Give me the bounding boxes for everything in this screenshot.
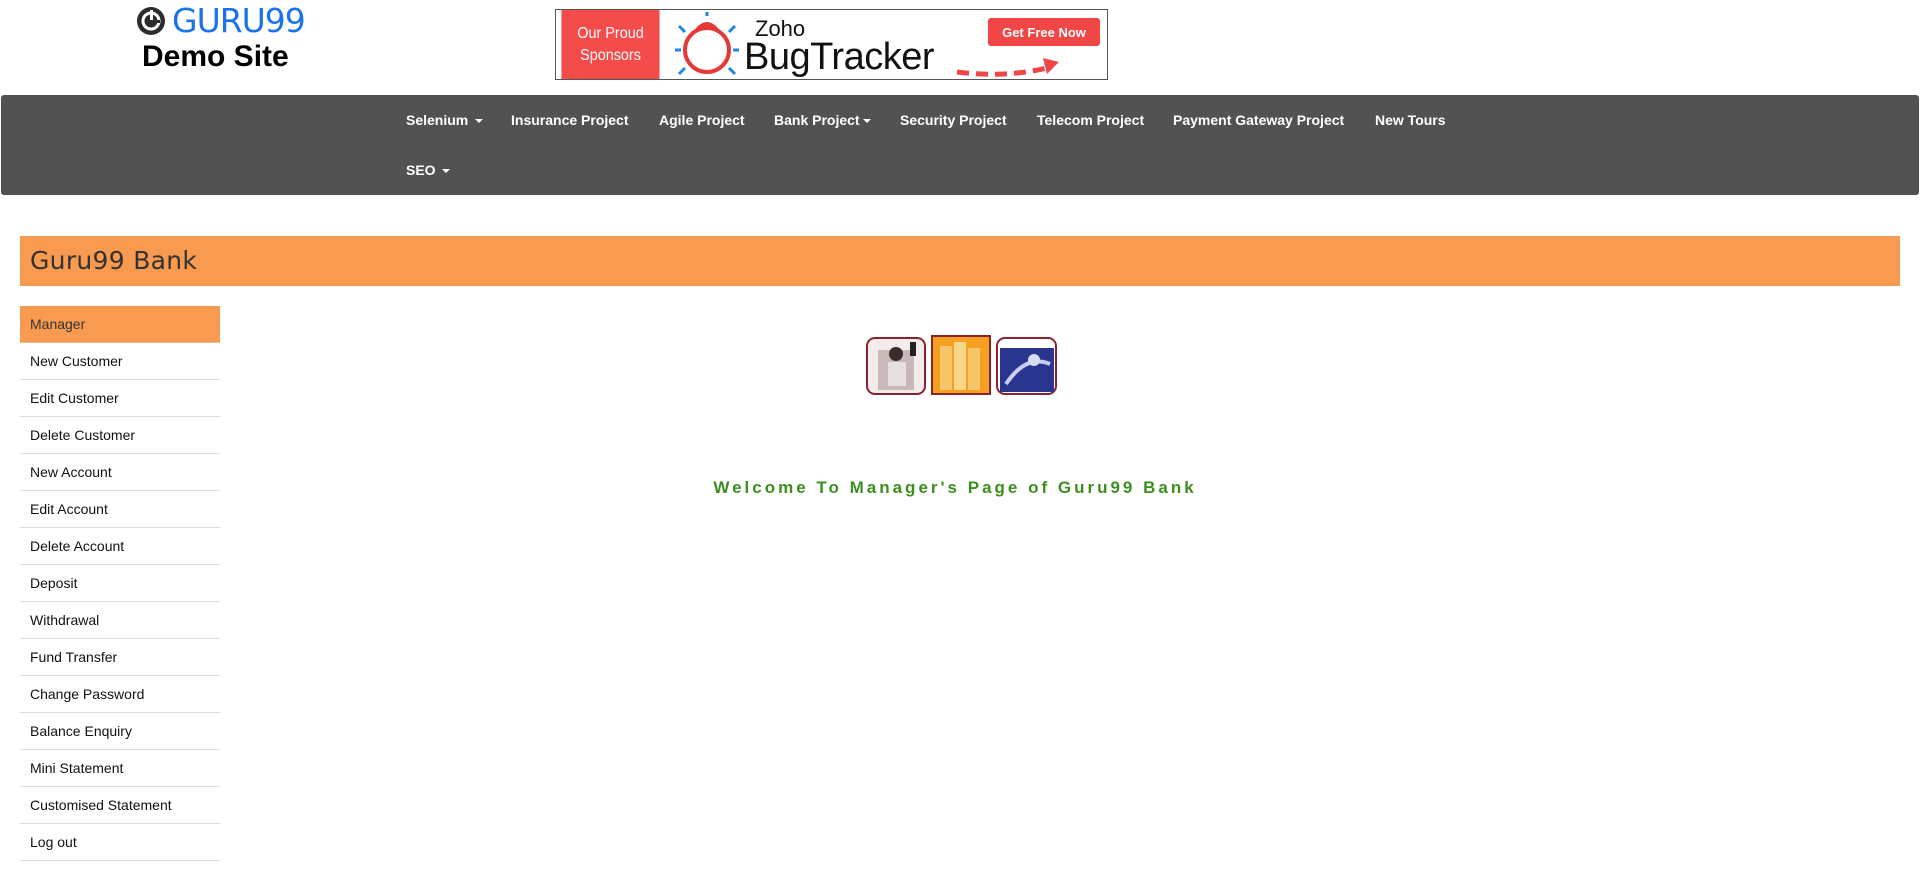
arrow-icon	[956, 58, 1059, 77]
sidebar-item-manager[interactable]: Manager	[20, 306, 220, 343]
bank-title-bar: Guru99 Bank	[20, 236, 1900, 286]
sidebar-item-edit-account[interactable]: Edit Account	[20, 491, 220, 528]
nav-item-label: Telecom Project	[1037, 112, 1145, 128]
sidebar-item-new-customer[interactable]: New Customer	[20, 343, 220, 380]
nav-item-payment-gateway-project[interactable]: Payment Gateway Project	[1173, 112, 1344, 128]
sponsor-label-line1: Our Proud	[577, 24, 644, 42]
nav-item-label: Bank Project	[774, 112, 860, 128]
nav-item-agile-project[interactable]: Agile Project	[659, 112, 745, 128]
nav-item-label: New Tours	[1375, 112, 1446, 128]
sidebar-item-edit-customer[interactable]: Edit Customer	[20, 380, 220, 417]
caret-down-icon	[475, 119, 484, 124]
sidebar-item-deposit[interactable]: Deposit	[20, 565, 220, 602]
sponsor-label: Our Proud Sponsors	[561, 10, 660, 79]
sidebar-item-log-out[interactable]: Log out	[20, 824, 220, 861]
nav-item-telecom-project[interactable]: Telecom Project	[1037, 112, 1144, 128]
bank-banner-image	[866, 335, 1057, 395]
nav-item-label: Security Project	[900, 112, 1007, 128]
nav-item-insurance-project[interactable]: Insurance Project	[511, 112, 629, 128]
brand-row: GURU99	[136, 4, 306, 38]
brand-subtitle: Demo Site	[142, 40, 289, 73]
nav-item-label: Agile Project	[659, 112, 745, 128]
nav-item-label: Payment Gateway Project	[1173, 112, 1345, 128]
nav-item-label: Insurance Project	[511, 112, 629, 128]
sidebar-item-balance-enquiry[interactable]: Balance Enquiry	[20, 713, 220, 750]
sidebar-item-fund-transfer[interactable]: Fund Transfer	[20, 639, 220, 676]
guru99-logo-icon	[137, 7, 165, 35]
caret-down-icon	[862, 119, 871, 124]
sponsor-banner[interactable]: Our Proud Sponsors Zoho BugTracker Get F…	[555, 9, 1108, 80]
top-navbar: Selenium Insurance Project Agile Project…	[1, 95, 1919, 195]
sponsor-ad: Zoho BugTracker Get Free Now	[665, 10, 1107, 79]
nav-item-new-tours[interactable]: New Tours	[1375, 112, 1446, 128]
sidebar-item-change-password[interactable]: Change Password	[20, 676, 220, 713]
nav-item-label: Selenium	[406, 112, 469, 128]
nav-item-selenium[interactable]: Selenium	[406, 112, 484, 128]
sidebar-menu: Manager New Customer Edit Customer Delet…	[20, 306, 220, 861]
nav-item-security-project[interactable]: Security Project	[900, 112, 1007, 128]
nav-item-seo[interactable]: SEO	[406, 162, 451, 178]
nav-item-label: SEO	[406, 162, 436, 178]
sidebar-item-customised-statement[interactable]: Customised Statement	[20, 787, 220, 824]
nav-item-bank-project[interactable]: Bank Project	[774, 112, 871, 128]
get-free-now-button[interactable]: Get Free Now	[988, 18, 1100, 46]
sidebar-item-new-account[interactable]: New Account	[20, 454, 220, 491]
caret-down-icon	[442, 169, 451, 174]
welcome-message: Welcome To Manager's Page of Guru99 Bank	[713, 478, 1197, 497]
sidebar-item-delete-account[interactable]: Delete Account	[20, 528, 220, 565]
sidebar-item-mini-statement[interactable]: Mini Statement	[20, 750, 220, 787]
brand-logo[interactable]: GURU99 Demo Site	[136, 4, 306, 74]
sidebar-item-delete-customer[interactable]: Delete Customer	[20, 417, 220, 454]
brand-name: GURU99	[172, 1, 306, 40]
sponsor-label-line2: Sponsors	[580, 46, 641, 64]
sidebar-item-withdrawal[interactable]: Withdrawal	[20, 602, 220, 639]
sponsor-product: BugTracker	[744, 36, 935, 78]
page-header: GURU99 Demo Site Our Proud Sponsors Zoho…	[0, 0, 1920, 94]
page-title: Guru99 Bank	[30, 246, 198, 275]
bug-icon	[675, 12, 739, 76]
